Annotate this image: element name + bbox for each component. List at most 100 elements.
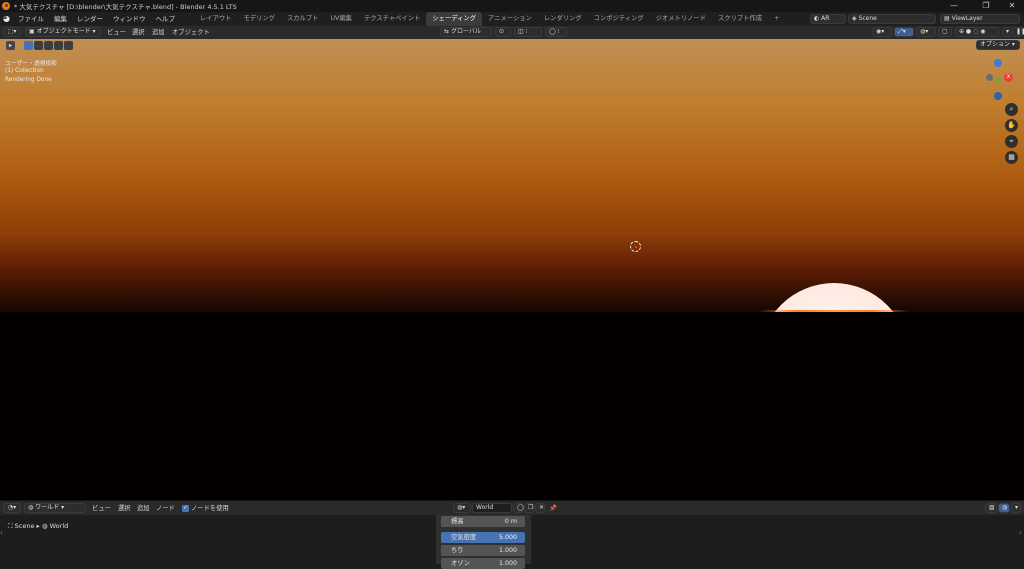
breadcrumb-world[interactable]: World (50, 522, 69, 530)
scene-select[interactable]: ◈ Scene (848, 14, 936, 24)
tab-compositing[interactable]: コンポジティング (588, 12, 650, 26)
xray-toggle-icon[interactable]: ▢ (938, 27, 952, 37)
3d-cursor-icon[interactable] (630, 241, 641, 252)
breadcrumb-scene[interactable]: Scene (15, 522, 35, 530)
blender-menu-icon[interactable]: ◕ (0, 12, 13, 26)
unlink-world-icon[interactable]: ✕ (535, 503, 545, 513)
shader-type-select[interactable]: ◍ ワールド ▾ (24, 503, 86, 513)
transform-orientation-select[interactable]: ⇆ グローバル (440, 27, 492, 37)
view-name: ユーザー・透視投影 (5, 61, 58, 67)
world-browse-icon[interactable]: ◍▾ (453, 503, 471, 513)
menu-help[interactable]: ヘルプ (150, 12, 180, 26)
add-workspace-button[interactable]: + (768, 12, 785, 26)
collection-label: (1) Collection (5, 68, 44, 74)
gizmo-toggle-icon[interactable]: ⤢▾ (894, 27, 914, 37)
view-layer-icon: ▤ (944, 15, 952, 22)
fake-user-icon[interactable]: ◯ (513, 503, 524, 513)
proportional-edit-icon[interactable]: ◯ ⁝ (545, 27, 567, 37)
menu-window[interactable]: ウィンドウ (108, 12, 151, 26)
select-mode-invert-icon[interactable] (54, 41, 63, 50)
node-menu-add[interactable]: 追加 (137, 501, 150, 516)
close-window-button[interactable]: ✕ (998, 0, 1024, 12)
node-menu-view[interactable]: ビュー (92, 501, 111, 516)
z-axis-neg-icon[interactable] (994, 92, 1002, 100)
viewport-header: ⬚▾ ▣ オブジェクトモード ▾ ビュー 選択 追加 オブジェクト ⇆ グローバ… (0, 26, 1024, 39)
use-nodes-checkbox[interactable]: ✓ (182, 505, 189, 512)
view-layer-select[interactable]: ▤ ViewLayer (940, 14, 1020, 24)
tab-scripting[interactable]: スクリプト作成 (712, 12, 768, 26)
scene-icon-small: ⛶ (8, 522, 15, 530)
pivot-icon[interactable]: ⊙ (495, 27, 511, 37)
node-editor-area[interactable]: ⛶ Scene ▸ ◍ World 標高 0 m 空気密度 5.000 ちり 1… (0, 515, 1024, 569)
backdrop-toggle-icon[interactable]: ▧ (985, 503, 997, 513)
z-axis-icon[interactable] (994, 59, 1002, 67)
blender-logo-icon (2, 2, 10, 10)
menu-object[interactable]: オブジェクト (172, 26, 210, 39)
tab-shading[interactable]: シェーディング (426, 12, 483, 26)
visibility-icon[interactable]: ◉▾ (872, 27, 892, 37)
shading-options-icon[interactable]: ▾ (1002, 27, 1011, 37)
tab-modeling[interactable]: モデリング (237, 12, 280, 26)
tab-rendering[interactable]: レンダリング (538, 12, 588, 26)
maximize-button[interactable]: ❐ (972, 0, 1000, 12)
pin-icon[interactable]: 📌 (549, 501, 557, 516)
menu-view[interactable]: ビュー (107, 26, 126, 39)
3d-viewport[interactable]: ユーザー・透視投影 (1) Collection Rendering Done … (0, 39, 1024, 500)
perspective-grid-icon[interactable]: ▦ (1005, 151, 1018, 164)
zoom-icon[interactable]: ⌕ (1005, 103, 1018, 116)
air-density-field[interactable]: 空気密度 5.000 (441, 532, 525, 543)
options-button[interactable]: オプション ▾ (976, 40, 1020, 50)
select-mode-new-icon[interactable] (24, 41, 33, 50)
toolbar-expand-icon[interactable]: ‹ (0, 529, 4, 537)
tab-sculpting[interactable]: スカルプト (281, 12, 324, 26)
tab-texture-paint[interactable]: テクスチャペイント (358, 12, 426, 26)
title-bar: * 大気テクスチャ [D:\blender\大気テクスチャ.blend] - B… (0, 0, 1024, 12)
node-menu-select[interactable]: 選択 (118, 501, 131, 516)
node-editor-header: ◔▾ ◍ ワールド ▾ ビュー 選択 追加 ノード ✓ ノードを使用 ◍▾ Wo… (0, 500, 1024, 515)
navigation-gizmo[interactable]: X (982, 59, 1018, 101)
tab-geometry-nodes[interactable]: ジオメトリノード (650, 12, 712, 26)
overlay-toggle-icon[interactable]: ◍▾ (916, 27, 936, 37)
tab-uv-editing[interactable]: UV編集 (324, 12, 358, 26)
overlay-node-icon[interactable]: ◍ (998, 503, 1010, 513)
duplicate-world-icon[interactable]: ❐ (524, 503, 534, 513)
altitude-field[interactable]: 標高 0 m (441, 516, 525, 527)
render-engine-select[interactable]: ◐ AR (810, 14, 846, 24)
select-mode-extend-icon[interactable] (34, 41, 43, 50)
world-name-field[interactable]: World (472, 503, 512, 513)
menu-file[interactable]: ファイル (13, 12, 49, 26)
camera-view-icon[interactable]: ⌖ (1005, 135, 1018, 148)
y-axis-icon[interactable] (986, 74, 993, 81)
y-axis-pos-icon[interactable] (995, 77, 1001, 83)
dust-density-field[interactable]: ちり 1.000 (441, 545, 525, 556)
shading-mode-icons[interactable]: ⊕ ● ◌ ◉ (955, 27, 999, 37)
node-menu-node[interactable]: ノード (156, 501, 175, 516)
breadcrumb: ⛶ Scene ▸ ◍ World (8, 522, 68, 531)
menu-add[interactable]: 追加 (152, 26, 165, 39)
window-title: * 大気テクスチャ [D:\blender\大気テクスチャ.blend] - B… (14, 3, 237, 11)
horizon-mask (0, 312, 1024, 500)
editor-type-3d-icon[interactable]: ⬚▾ (3, 27, 21, 37)
select-tool-icon[interactable]: ▸ (6, 41, 15, 50)
object-mode-select[interactable]: ▣ オブジェクトモード ▾ (25, 27, 101, 37)
x-axis-icon[interactable]: X (1004, 73, 1013, 82)
menu-edit[interactable]: 編集 (49, 12, 72, 26)
tab-layout[interactable]: レイアウト (194, 12, 237, 26)
render-status: Rendering Done (5, 77, 52, 83)
pause-icon[interactable]: ❚❚ (1012, 27, 1024, 37)
menu-select[interactable]: 選択 (132, 26, 145, 39)
select-mode-subtract-icon[interactable] (44, 41, 53, 50)
use-nodes-label: ノードを使用 (191, 505, 229, 512)
menu-render[interactable]: レンダー (72, 12, 108, 26)
pan-hand-icon[interactable]: ✋ (1005, 119, 1018, 132)
sidebar-expand-icon[interactable]: › (1019, 529, 1023, 537)
tool-settings-strip: ▸ オプション ▾ (0, 39, 1024, 53)
top-menu-bar: ◕ ファイル 編集 レンダー ウィンドウ ヘルプ レイアウト モデリング スカル… (0, 12, 1024, 26)
select-mode-intersect-icon[interactable] (64, 41, 73, 50)
minimize-button[interactable]: — (940, 0, 968, 12)
editor-type-shader-icon[interactable]: ◔▾ (3, 503, 21, 513)
mode-icon: ▣ (29, 28, 37, 35)
snap-icon[interactable]: ◫ ⁝ (514, 27, 542, 37)
node-overlay-dropdown-icon[interactable]: ▾ (1011, 503, 1021, 513)
tab-animation[interactable]: アニメーション (482, 12, 538, 26)
